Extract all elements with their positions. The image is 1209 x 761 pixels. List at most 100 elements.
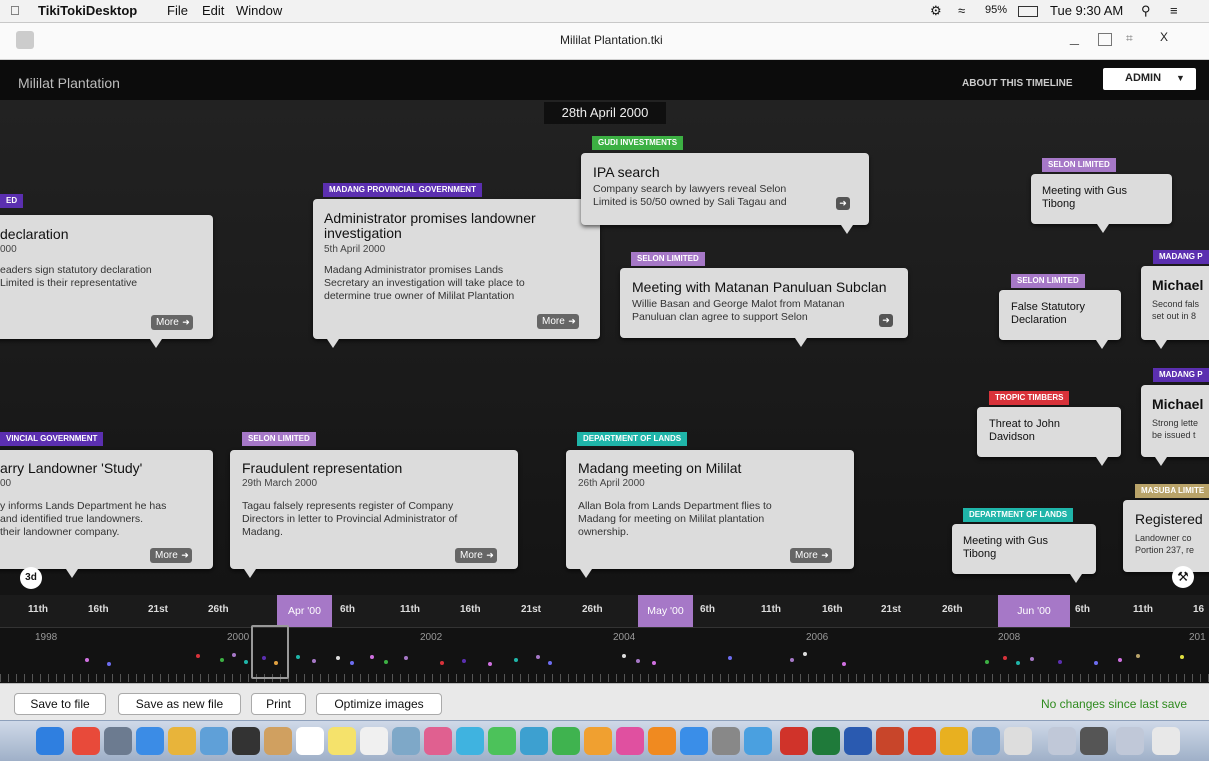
card-tag[interactable]: MADANG PROVINCIAL GOVERNMENT bbox=[323, 183, 482, 197]
month-marker[interactable]: Jun '00 bbox=[998, 595, 1070, 627]
app-store-icon[interactable] bbox=[680, 727, 708, 755]
pages-icon[interactable] bbox=[584, 727, 612, 755]
user-switch-icon[interactable]: ⚙ bbox=[930, 3, 942, 19]
close-button[interactable]: X bbox=[1160, 30, 1168, 44]
event-card[interactable]: Meeting with Gus Tibong bbox=[1031, 174, 1172, 233]
documents-icon[interactable] bbox=[1116, 727, 1144, 755]
open-event-icon[interactable]: ➜ bbox=[879, 314, 893, 327]
card-tag[interactable]: SELON LIMITED bbox=[1011, 274, 1085, 288]
notes-icon[interactable] bbox=[328, 727, 356, 755]
card-tag[interactable]: SELON LIMITED bbox=[1042, 158, 1116, 172]
visible-range-slider[interactable] bbox=[251, 625, 289, 679]
finder-icon[interactable] bbox=[36, 727, 64, 755]
wrench-icon[interactable]: ⚒ bbox=[1172, 566, 1194, 588]
app-icon[interactable] bbox=[908, 727, 936, 755]
month-marker[interactable]: Apr '00 bbox=[277, 595, 332, 627]
app-icon[interactable] bbox=[940, 727, 968, 755]
about-timeline-link[interactable]: ABOUT THIS TIMELINE bbox=[962, 78, 1073, 89]
event-card[interactable]: False Statutory Declaration bbox=[999, 290, 1121, 349]
app-icon[interactable] bbox=[1080, 727, 1108, 755]
keynote-icon[interactable] bbox=[520, 727, 548, 755]
battery-icon[interactable] bbox=[1018, 6, 1038, 17]
more-button[interactable]: More bbox=[455, 548, 497, 563]
admin-dropdown[interactable]: ADMIN ▼ bbox=[1103, 68, 1196, 90]
trash-icon[interactable] bbox=[1152, 727, 1180, 755]
card-tag[interactable]: SELON LIMITED bbox=[631, 252, 705, 266]
card-tag[interactable]: TROPIC TIMBERS bbox=[989, 391, 1070, 405]
card-tag[interactable]: VINCIAL GOVERNMENT bbox=[0, 432, 104, 446]
contacts-icon[interactable] bbox=[264, 727, 292, 755]
messages-icon[interactable] bbox=[456, 727, 484, 755]
spotlight-search-icon[interactable]: ⚲ bbox=[1141, 3, 1151, 19]
photos-icon[interactable] bbox=[424, 727, 452, 755]
notification-center-icon[interactable]: ≡ bbox=[1170, 3, 1178, 18]
clock[interactable]: Tue 9:30 AM bbox=[1050, 3, 1123, 18]
system-preferences-icon[interactable] bbox=[712, 727, 740, 755]
app-icon[interactable] bbox=[744, 727, 772, 755]
minimize-icon[interactable]: _ bbox=[1070, 29, 1079, 47]
print-button[interactable]: Print bbox=[251, 693, 306, 715]
open-event-icon[interactable]: ➜ bbox=[836, 197, 850, 210]
month-marker[interactable]: May '00 bbox=[638, 595, 693, 627]
maps-icon[interactable] bbox=[392, 727, 420, 755]
apple-icon[interactable]:  bbox=[10, 3, 20, 18]
optimize-images-button[interactable]: Optimize images bbox=[316, 693, 442, 715]
card-tag[interactable]: ED bbox=[0, 194, 24, 208]
event-card[interactable]: Meeting with Matanan Panuluan Subclan Wi… bbox=[620, 268, 908, 347]
reminders-icon[interactable] bbox=[360, 727, 388, 755]
event-card[interactable]: declaration 000 eaders sign statutory de… bbox=[0, 215, 213, 348]
ibooks-icon[interactable] bbox=[648, 727, 676, 755]
fullscreen-icon[interactable]: ⌗ bbox=[1126, 31, 1133, 46]
event-card[interactable]: Registered Landowner co Portion 237, re bbox=[1123, 500, 1209, 572]
wifi-icon[interactable]: ≈ bbox=[958, 3, 965, 18]
event-card[interactable]: Meeting with Gus Tibong bbox=[952, 524, 1096, 583]
safari-icon[interactable] bbox=[136, 727, 164, 755]
powerpoint-icon[interactable] bbox=[876, 727, 904, 755]
more-button[interactable]: More bbox=[537, 314, 579, 329]
more-button[interactable]: More bbox=[151, 315, 193, 330]
date-ruler[interactable]: Apr '00 May '00 Jun '00 11th 16th 21st 2… bbox=[0, 595, 1209, 627]
app-menu-name[interactable]: TikiTokiDesktop bbox=[38, 3, 137, 18]
card-tag[interactable]: DEPARTMENT OF LANDS bbox=[963, 508, 1074, 522]
preview-icon[interactable] bbox=[200, 727, 228, 755]
card-tag[interactable]: MADANG P bbox=[1153, 250, 1209, 264]
app-icon[interactable] bbox=[168, 727, 196, 755]
event-card[interactable]: Fraudulent representation 29th March 200… bbox=[230, 450, 518, 578]
menu-file[interactable]: File bbox=[167, 3, 188, 18]
timeline-canvas[interactable]: 28th April 2000 ED declaration 000 eader… bbox=[0, 100, 1209, 595]
more-button[interactable]: More bbox=[150, 548, 192, 563]
chrome-icon[interactable] bbox=[72, 727, 100, 755]
menu-edit[interactable]: Edit bbox=[202, 3, 224, 18]
excel-icon[interactable] bbox=[812, 727, 840, 755]
card-tag[interactable]: MASUBA LIMITE bbox=[1135, 484, 1209, 498]
word-icon[interactable] bbox=[844, 727, 872, 755]
card-tag[interactable]: GUDI INVESTMENTS bbox=[592, 136, 684, 150]
launchpad-icon[interactable] bbox=[104, 727, 132, 755]
app-icon[interactable] bbox=[972, 727, 1000, 755]
maximize-icon[interactable] bbox=[1098, 33, 1112, 46]
card-tag[interactable]: DEPARTMENT OF LANDS bbox=[577, 432, 688, 446]
calendar-icon[interactable] bbox=[296, 727, 324, 755]
card-tag[interactable]: SELON LIMITED bbox=[242, 432, 316, 446]
save-to-file-button[interactable]: Save to file bbox=[14, 693, 106, 715]
event-card[interactable]: Threat to John Davidson bbox=[977, 407, 1121, 466]
downloads-icon[interactable] bbox=[1048, 727, 1076, 755]
timeline-overview[interactable]: 1998 2000 2002 2004 2006 2008 201 bbox=[0, 625, 1209, 684]
acrobat-icon[interactable] bbox=[780, 727, 808, 755]
event-card[interactable]: arry Landowner 'Study' 00 y informs Land… bbox=[0, 450, 213, 578]
event-card[interactable]: Michael Second fals set out in 8 bbox=[1141, 266, 1209, 349]
event-card[interactable]: Administrator promises landowner investi… bbox=[313, 199, 600, 348]
itunes-icon[interactable] bbox=[616, 727, 644, 755]
menu-window[interactable]: Window bbox=[236, 3, 282, 18]
event-card[interactable]: Madang meeting on Mililat 26th April 200… bbox=[566, 450, 854, 578]
imovie-icon[interactable] bbox=[232, 727, 260, 755]
numbers-icon[interactable] bbox=[552, 727, 580, 755]
event-card[interactable]: IPA search Company search by lawyers rev… bbox=[581, 153, 869, 234]
tikitoki-icon[interactable] bbox=[1004, 727, 1032, 755]
event-card[interactable]: Michael Strong lette be issued t bbox=[1141, 385, 1209, 466]
card-tag[interactable]: MADANG P bbox=[1153, 368, 1209, 382]
save-as-new-file-button[interactable]: Save as new file bbox=[118, 693, 241, 715]
3d-view-button[interactable]: 3d bbox=[20, 567, 42, 589]
more-button[interactable]: More bbox=[790, 548, 832, 563]
facetime-icon[interactable] bbox=[488, 727, 516, 755]
